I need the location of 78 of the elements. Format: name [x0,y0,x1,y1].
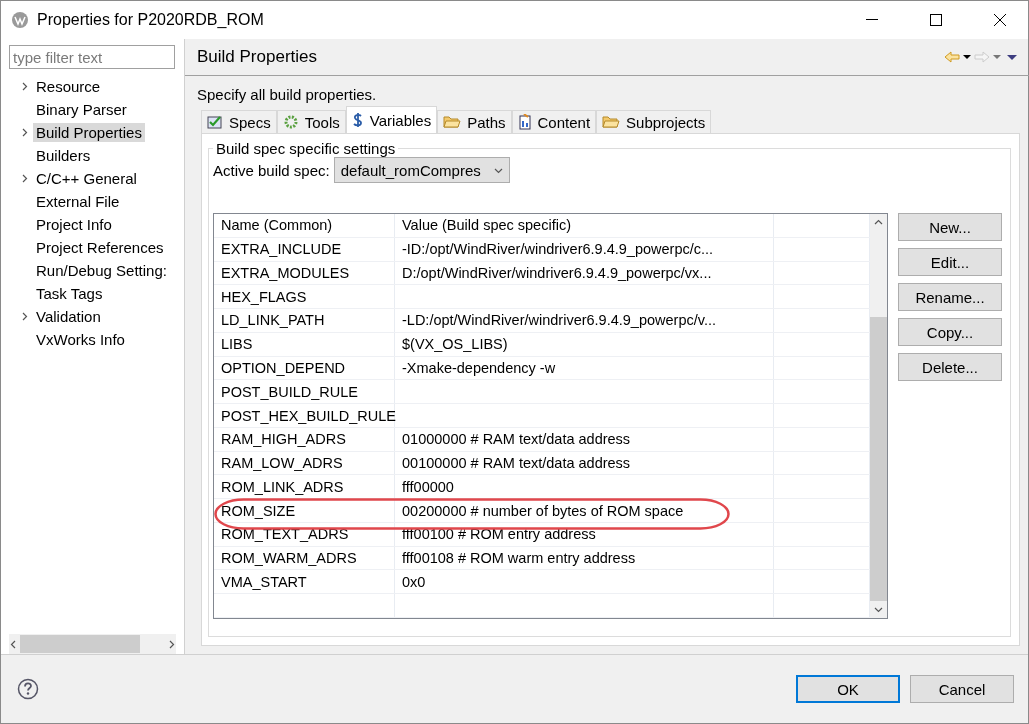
tree-item[interactable]: VxWorks Info [33,330,128,349]
column-header[interactable]: Value (Build spec specific) [395,214,774,237]
tree-item[interactable]: Builders [33,146,94,165]
chevron-left-icon [9,639,18,649]
table-cell: 00100000 # RAM text/data address [402,455,631,472]
dialog-button[interactable]: Cancel [910,675,1014,703]
tree-item[interactable]: Task Tags [33,284,106,303]
table-cell: -ID:/opt/WindRiver/windriver6.9.4.9_powerpc/c... [402,241,714,258]
table-cell: RAM_LOW_ADRS [221,455,343,472]
chevron-down-icon [874,605,883,614]
table-action-button[interactable]: Edit... [898,248,1002,276]
tab[interactable]: Subprojects [596,110,712,133]
table-cell: EXTRA_MODULES [221,264,350,281]
table-cell: LIBS [221,336,253,353]
folder-icon [602,115,621,129]
chevron-right-icon [167,639,176,649]
dialog-button[interactable]: OK [796,675,900,703]
table-action-button[interactable]: New... [898,213,1002,241]
table-cell: ROM_TEXT_ADRS [221,526,349,543]
tab[interactable]: Tools [276,110,346,133]
tree-item[interactable]: Project References [33,238,167,257]
table-cell: fff00100 # ROM entry address [402,526,596,543]
tree-item[interactable]: Resource [33,77,104,96]
page-title: Build Properties [197,47,318,67]
table-cell: fff00000 [402,478,454,495]
tree-item[interactable]: Validation [33,307,104,326]
minimize-icon[interactable] [866,19,878,21]
table-cell: 0x0 [402,573,426,590]
table-cell: EXTRA_INCLUDE [221,241,342,258]
table-cell: fff00108 # ROM warm entry address [402,550,636,567]
column-header[interactable]: Name (Common) [214,214,395,237]
chevron-up-icon [874,218,883,227]
gear-icon [282,114,299,130]
tab[interactable]: Variables [345,106,438,133]
close-icon[interactable] [994,14,1006,26]
tree-item[interactable]: C/C++ General [33,169,140,188]
vertical-scrollbar[interactable] [870,214,887,618]
build-spec-dropdown[interactable]: default_romCompres [333,157,510,183]
tab[interactable]: Specs [201,110,277,133]
table-cell: LD_LINK_PATH [221,312,325,329]
page-description: Specify all build properties. [196,85,378,105]
group-title: Build spec specific settings [215,140,397,157]
table-cell: HEX_FLAGS [221,288,307,305]
tree-item[interactable]: Binary Parser [33,100,130,119]
table-cell: ROM_WARM_ADRS [221,550,357,567]
tree-item[interactable]: Project Info [33,215,115,234]
field-label: Active build spec: [213,161,330,179]
table-cell: 01000000 # RAM text/data address [402,431,631,448]
table-cell: 00200000 # number of bytes of ROM space [402,502,684,519]
folder-icon [443,115,462,129]
table-action-button[interactable]: Rename... [898,283,1002,311]
table-action-button[interactable]: Copy... [898,318,1002,346]
table-cell: POST_BUILD_RULE [221,383,358,400]
help-icon[interactable] [17,678,39,700]
table-cell: ROM_LINK_ADRS [221,478,344,495]
table-cell: RAM_HIGH_ADRS [221,431,346,448]
table-cell: VMA_START [221,573,307,590]
table-action-button[interactable]: Delete... [898,353,1002,381]
table-cell: -Xmake-dependency -w [402,359,556,376]
tab[interactable]: Content [511,110,597,133]
horizontal-scrollbar[interactable] [9,634,176,654]
table-cell: $(VX_OS_LIBS) [402,336,508,353]
tab[interactable]: Paths [437,110,512,133]
app-logo-icon [11,11,29,29]
maximize-icon[interactable] [930,14,942,26]
tree-item[interactable]: Run/Debug Setting: [33,261,170,280]
table-cell: ROM_SIZE [221,502,296,519]
dollar-icon [351,112,364,128]
document-icon [517,114,532,130]
table-cell: OPTION_DEPEND [221,359,346,376]
window-title: Properties for P2020RDB_ROM [37,11,265,29]
tree-item[interactable]: Build Properties [33,123,145,142]
checklist-icon [207,115,223,129]
tree-item[interactable]: External File [33,192,123,211]
table-cell: -LD:/opt/WindRiver/windriver6.9.4.9_powerpc/v... [402,312,717,329]
filter-field[interactable]: type filter text [9,45,175,69]
table-cell: D:/opt/WindRiver/windriver6.9.4.9_powerpc/vx... [402,264,712,281]
table-cell: POST_HEX_BUILD_RULE [221,407,396,424]
